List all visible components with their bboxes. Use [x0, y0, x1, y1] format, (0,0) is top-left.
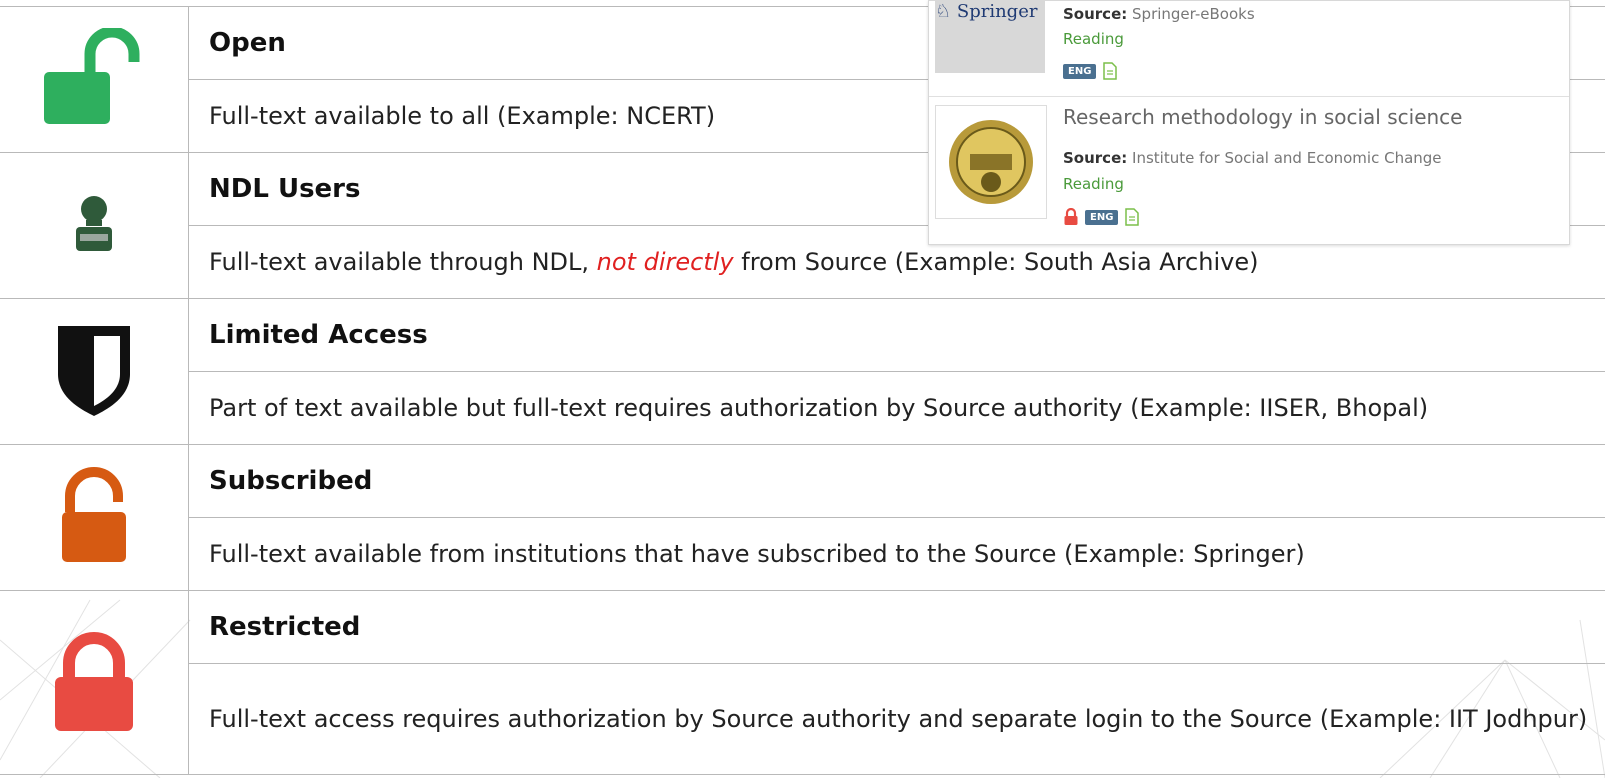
- source-label: Source:: [1063, 149, 1128, 167]
- record-thumbnail: ♘ Springer: [935, 1, 1045, 73]
- limited-access-cell: [0, 298, 189, 445]
- subscribed-cell: [0, 444, 189, 591]
- restricted-description: Full-text access requires authorization …: [188, 663, 1605, 775]
- restricted-lock-icon: [1064, 208, 1078, 225]
- document-icon: [1125, 208, 1140, 226]
- source-value: Springer-eBooks: [1132, 5, 1255, 23]
- isec-seal-icon: [949, 120, 1033, 204]
- record-source: Source: Springer-eBooks: [1063, 5, 1255, 23]
- source-value: Institute for Social and Economic Change: [1132, 149, 1442, 167]
- springer-logo: ♘ Springer: [935, 1, 1037, 22]
- subscribed-description: Full-text available from institutions th…: [188, 517, 1605, 591]
- springer-horse-icon: ♘: [935, 1, 952, 22]
- open-lock-icon: [44, 26, 140, 124]
- record-badges: ENG: [1063, 61, 1118, 81]
- springer-logo-text: Springer: [956, 1, 1038, 22]
- record-type: Reading: [1063, 175, 1124, 193]
- restricted-cell: [0, 590, 189, 775]
- record-type: Reading: [1063, 30, 1124, 48]
- record-badges: ENG: [1063, 207, 1140, 227]
- result-record[interactable]: ♘ Springer Source: Springer-eBooks Readi…: [929, 1, 1569, 96]
- language-badge: ENG: [1063, 63, 1097, 79]
- language-badge: ENG: [1085, 209, 1119, 225]
- desc-part: from Source (Example: South Asia Archive…: [733, 248, 1259, 276]
- desc-part: Full-text available through NDL,: [209, 248, 597, 276]
- document-icon: [1103, 62, 1118, 80]
- record-thumbnail: [935, 105, 1047, 219]
- restricted-title: Restricted: [188, 590, 1605, 664]
- open-lock-cell: [0, 6, 189, 153]
- limited-access-description: Part of text available but full-text req…: [188, 371, 1605, 445]
- emphasis-not-directly: not directly: [596, 248, 734, 276]
- record-title[interactable]: Research methodology in social science: [1063, 105, 1462, 129]
- ndl-user-cell: [0, 152, 189, 299]
- subscribed-lock-icon: [62, 466, 126, 562]
- limited-access-title: Limited Access: [188, 298, 1605, 372]
- source-label: Source:: [1063, 5, 1128, 23]
- search-results-panel: ♘ Springer Source: Springer-eBooks Readi…: [928, 0, 1570, 245]
- shield-icon: [58, 325, 130, 416]
- restricted-lock-icon: [55, 631, 133, 731]
- record-source: Source: Institute for Social and Economi…: [1063, 149, 1442, 167]
- result-record[interactable]: Research methodology in social science S…: [929, 97, 1569, 243]
- subscribed-title: Subscribed: [188, 444, 1605, 518]
- ndl-user-icon: [76, 195, 112, 251]
